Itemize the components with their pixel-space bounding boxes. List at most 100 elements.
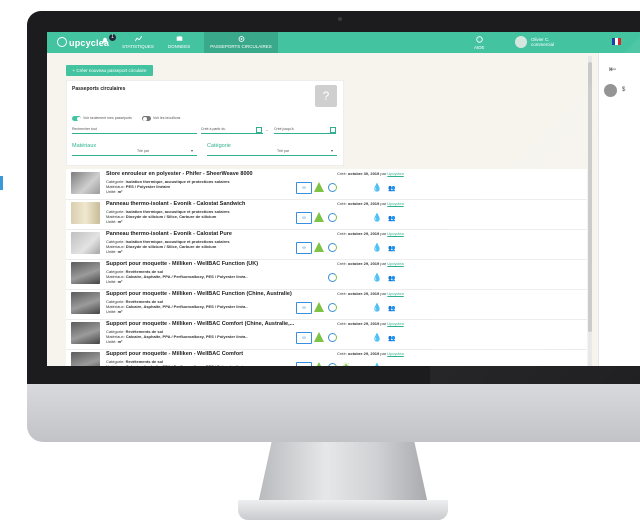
product-thumbnail[interactable] <box>71 232 100 254</box>
category-select[interactable] <box>207 155 337 156</box>
user-avatar[interactable] <box>604 84 617 97</box>
passport-created-info: Créé: octobre 29, 2019 par Upcyclea <box>337 291 404 296</box>
date-to-input[interactable] <box>274 133 336 134</box>
passport-created-info: Créé: octobre 29, 2019 par Upcyclea <box>337 351 404 356</box>
filters-panel: Passeports circulaires ? Voir seulement … <box>66 80 344 166</box>
bell-icon[interactable] <box>101 37 109 45</box>
chevron-down-icon[interactable]: ▾ <box>191 148 193 153</box>
top-navigation-bar: upcyclea 1 STATISTIQUES DONNEES PASSEPOR… <box>47 32 640 53</box>
create-passport-button[interactable]: + Créer nouveau passeport circulaire <box>66 65 153 76</box>
passport-row[interactable]: Panneau thermo-isolant - Evonik - Calost… <box>66 229 587 260</box>
passport-title[interactable]: Panneau thermo-isolant - Evonik - Calost… <box>106 201 245 207</box>
author-link[interactable]: Upcyclea <box>387 291 403 296</box>
product-thumbnail[interactable] <box>71 352 100 366</box>
nav-passeports-circulaires[interactable]: PASSEPORTS CIRCULAIRES <box>204 32 278 53</box>
flask-icon <box>314 332 324 342</box>
certification-label-icon: ∞ <box>296 332 312 344</box>
passport-title[interactable]: Store enrouleur en polyester - Phifer - … <box>106 171 253 177</box>
passport-row[interactable]: Support pour moquette - Milliken - WellB… <box>66 289 587 320</box>
passport-unit: Unité: m² <box>106 279 123 284</box>
people-icon: 👥 <box>388 246 396 252</box>
language-flag-icon[interactable] <box>612 38 621 45</box>
passport-row[interactable]: Panneau thermo-isolant - Evonik - Calost… <box>66 199 587 230</box>
water-drop-icon: 💧 <box>372 213 382 222</box>
chevron-down-icon[interactable]: ▾ <box>331 148 333 153</box>
scrollbar-thumb[interactable] <box>588 62 592 332</box>
certification-label-icon: ∞ <box>296 182 312 194</box>
people-icon: 👥 <box>388 306 396 312</box>
people-icon: 👥 <box>388 186 396 192</box>
product-thumbnail[interactable] <box>71 262 100 284</box>
collapse-left-icon[interactable]: ⇤ <box>609 64 617 75</box>
upcyclea-logo-icon <box>57 37 67 47</box>
passport-created-info: Créé: octobre 30, 2019 par Upcyclea <box>337 171 404 176</box>
circularity-ring-icon <box>328 363 337 366</box>
passport-created-info: Créé: octobre 29, 2019 par Upcyclea <box>337 261 404 266</box>
calendar-icon[interactable] <box>330 127 336 133</box>
user-info[interactable]: Olivier C. commercial <box>531 37 554 47</box>
user-role: commercial <box>531 42 555 47</box>
author-link[interactable]: Upcyclea <box>387 321 403 326</box>
search-input[interactable] <box>72 133 197 134</box>
materials-sort-label: Trié par <box>137 149 149 153</box>
author-link[interactable]: Upcyclea <box>387 351 403 356</box>
certification-label-icon: ∞ <box>296 242 312 254</box>
passport-row[interactable]: Store enrouleur en polyester - Phifer - … <box>66 169 587 200</box>
currency-label: $ <box>622 87 626 93</box>
date-from-input[interactable] <box>201 133 263 134</box>
certification-label-icon: ∞ <box>296 362 312 366</box>
people-icon: 👥 <box>388 336 396 342</box>
passport-unit: Unité: m² <box>106 189 123 194</box>
help-link[interactable]: AIDE <box>474 36 485 50</box>
circularity-ring-icon <box>328 243 337 252</box>
help-icon <box>476 36 483 43</box>
passport-materials: Matériaux: Dioxyde de silicium / Silice,… <box>106 214 217 219</box>
passport-created-info: Créé: octobre 29, 2019 par Upcyclea <box>337 321 404 326</box>
author-link[interactable]: Upcyclea <box>387 261 403 266</box>
passport-title[interactable]: Support pour moquette - Milliken - WellB… <box>106 261 258 267</box>
flask-icon <box>314 242 324 252</box>
certification-label-icon: ∞ <box>296 212 312 224</box>
certification-label-icon: ∞ <box>296 302 312 314</box>
passport-row[interactable]: Support pour moquette - Milliken - WellB… <box>66 319 587 350</box>
materials-filter-label: Matériaux <box>72 143 97 149</box>
chart-icon <box>134 36 142 42</box>
author-link[interactable]: Upcyclea <box>387 171 403 176</box>
passport-title[interactable]: Support pour moquette - Milliken - WellB… <box>106 321 294 327</box>
app-screen: upcyclea 1 STATISTIQUES DONNEES PASSEPOR… <box>47 32 640 366</box>
user-avatar[interactable] <box>515 36 527 48</box>
date-from-placeholder: Créé à partir du <box>201 127 226 131</box>
passport-title[interactable]: Support pour moquette - Milliken - WellB… <box>106 351 243 357</box>
calendar-icon[interactable] <box>256 127 262 133</box>
author-link[interactable]: Upcyclea <box>387 201 403 206</box>
passport-list: Store enrouleur en polyester - Phifer - … <box>66 169 587 366</box>
circularity-ring-icon <box>328 303 337 312</box>
product-thumbnail[interactable] <box>71 292 100 314</box>
passport-row[interactable]: Support pour moquette - Milliken - WellB… <box>66 259 587 290</box>
right-panel <box>598 53 640 366</box>
monitor-stand <box>258 442 428 504</box>
product-thumbnail[interactable] <box>71 322 100 344</box>
toggle-my-passports-label: Voir seulement mes passeports <box>83 116 132 120</box>
nav-statistiques[interactable]: STATISTIQUES <box>120 32 156 53</box>
passport-icon <box>238 36 244 42</box>
flask-icon <box>314 302 324 312</box>
monitor-chin <box>27 384 640 442</box>
passport-title[interactable]: Panneau thermo-isolant - Evonik - Calost… <box>106 231 232 237</box>
database-icon <box>176 36 182 41</box>
passport-row[interactable]: Support pour moquette - Milliken - WellB… <box>66 349 587 366</box>
circularity-ring-icon <box>328 333 337 342</box>
monitor-camera <box>338 17 342 21</box>
product-thumbnail[interactable] <box>71 172 100 194</box>
toggle-drafts[interactable] <box>142 116 151 121</box>
passport-title[interactable]: Support pour moquette - Milliken - WellB… <box>106 291 292 297</box>
materials-select[interactable] <box>72 155 197 156</box>
product-thumbnail[interactable] <box>71 202 100 224</box>
water-drop-icon: 💧 <box>372 273 382 282</box>
circularity-ring-icon <box>328 183 337 192</box>
water-drop-icon: 💧 <box>372 303 382 312</box>
toggle-my-passports[interactable] <box>72 116 81 121</box>
nav-donnees[interactable]: DONNEES <box>164 32 194 53</box>
author-link[interactable]: Upcyclea <box>387 231 403 236</box>
passport-unit: Unité: m² <box>106 309 123 314</box>
